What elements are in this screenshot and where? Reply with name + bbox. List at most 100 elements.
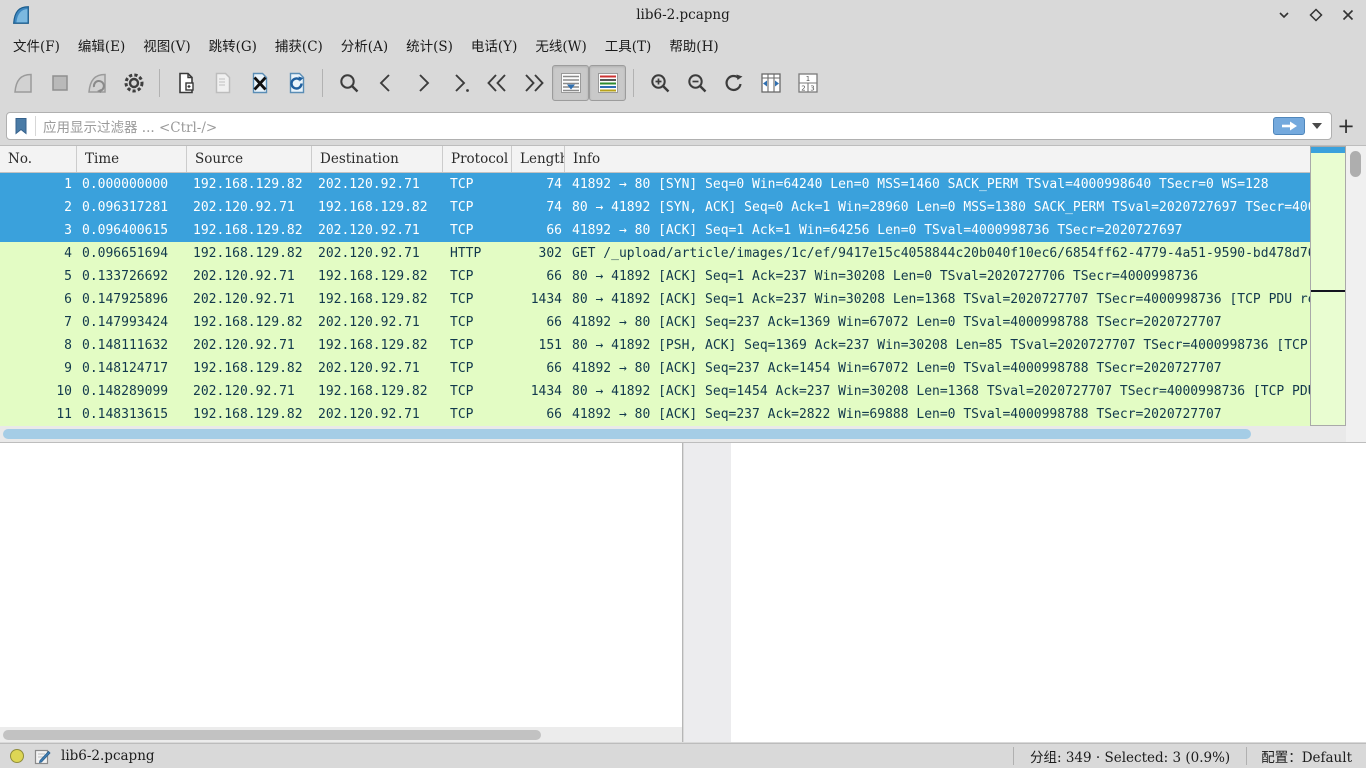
column-header-info[interactable]: Info bbox=[565, 146, 1310, 172]
cell-source: 202.120.92.71 bbox=[187, 380, 312, 403]
menu-item-6[interactable]: 统计(S) bbox=[397, 31, 462, 59]
next-packet-button[interactable] bbox=[404, 65, 441, 101]
first-packet-button[interactable] bbox=[478, 65, 515, 101]
resize-columns-button[interactable] bbox=[752, 65, 789, 101]
cell-time: 0.096317281 bbox=[77, 196, 187, 219]
packet-list-hscrollbar-thumb[interactable] bbox=[3, 429, 1251, 439]
cell-protocol: TCP bbox=[443, 173, 512, 196]
cell-time: 0.148111632 bbox=[77, 334, 187, 357]
column-header-protocol[interactable]: Protocol bbox=[443, 146, 512, 172]
packet-row[interactable]: 8 0.148111632 202.120.92.71 192.168.129.… bbox=[0, 334, 1310, 357]
go-to-packet-button[interactable] bbox=[441, 65, 478, 101]
cell-source: 202.120.92.71 bbox=[187, 334, 312, 357]
menu-item-0[interactable]: 文件(F) bbox=[4, 31, 69, 59]
packet-list-header: No. Time Source Destination Protocol Len… bbox=[0, 146, 1310, 173]
column-header-no[interactable]: No. bbox=[0, 146, 77, 172]
cell-source: 202.120.92.71 bbox=[187, 288, 312, 311]
column-header-length[interactable]: Length bbox=[512, 146, 565, 172]
zoom-out-icon bbox=[684, 70, 710, 96]
cell-info: 80 → 41892 [ACK] Seq=1454 Ack=237 Win=30… bbox=[565, 380, 1310, 403]
maximize-button[interactable] bbox=[1304, 3, 1328, 27]
packet-row[interactable]: 11 0.148313615 192.168.129.82 202.120.92… bbox=[0, 403, 1310, 426]
close-file-icon bbox=[247, 70, 273, 96]
cell-length: 66 bbox=[512, 265, 565, 288]
cell-protocol: TCP bbox=[443, 265, 512, 288]
packet-row[interactable]: 10 0.148289099 202.120.92.71 192.168.129… bbox=[0, 380, 1310, 403]
menu-item-8[interactable]: 无线(W) bbox=[526, 31, 595, 59]
packet-row[interactable]: 4 0.096651694 192.168.129.82 202.120.92.… bbox=[0, 242, 1310, 265]
cell-length: 1434 bbox=[512, 380, 565, 403]
close-button[interactable] bbox=[1336, 3, 1360, 27]
double-chevron-right-icon bbox=[521, 70, 547, 96]
status-profile[interactable]: 配置：Default bbox=[1247, 746, 1366, 766]
details-hscrollbar[interactable] bbox=[0, 727, 683, 742]
details-hscrollbar-thumb[interactable] bbox=[3, 730, 541, 740]
menu-item-5[interactable]: 分析(A) bbox=[332, 31, 397, 59]
menu-item-1[interactable]: 编辑(E) bbox=[69, 31, 134, 59]
auto-scroll-button[interactable] bbox=[552, 65, 589, 101]
vertical-scrollbar-thumb[interactable] bbox=[1350, 151, 1361, 177]
add-filter-button[interactable]: + bbox=[1332, 112, 1360, 140]
menu-item-10[interactable]: 帮助(H) bbox=[660, 31, 727, 59]
main-toolbar: 123 bbox=[0, 60, 1366, 106]
stop-capture-button bbox=[41, 65, 78, 101]
bookmark-icon[interactable] bbox=[13, 117, 29, 135]
packet-minimap-scrollbar[interactable] bbox=[1310, 146, 1346, 426]
apply-filter-button[interactable] bbox=[1273, 117, 1305, 135]
filter-bar: 应用显示过滤器 ... <Ctrl-/> + bbox=[0, 106, 1366, 146]
svg-text:3: 3 bbox=[810, 84, 814, 92]
packet-row[interactable]: 6 0.147925896 202.120.92.71 192.168.129.… bbox=[0, 288, 1310, 311]
menu-item-2[interactable]: 视图(V) bbox=[134, 31, 199, 59]
open-file-button[interactable] bbox=[167, 65, 204, 101]
menu-item-4[interactable]: 捕获(C) bbox=[266, 31, 332, 59]
filter-dropdown-caret[interactable] bbox=[1312, 123, 1322, 129]
display-filter-input[interactable]: 应用显示过滤器 ... <Ctrl-/> bbox=[6, 112, 1332, 140]
zoom-reset-button[interactable] bbox=[715, 65, 752, 101]
menu-item-7[interactable]: 电话(Y) bbox=[462, 31, 526, 59]
capture-options-button[interactable] bbox=[115, 65, 152, 101]
close-file-button[interactable] bbox=[241, 65, 278, 101]
packet-details-pane bbox=[0, 443, 683, 727]
cell-no: 10 bbox=[0, 380, 77, 403]
expert-info-icon[interactable] bbox=[10, 749, 24, 763]
cell-time: 0.000000000 bbox=[77, 173, 187, 196]
reload-file-button[interactable] bbox=[278, 65, 315, 101]
menu-bar: 文件(F)编辑(E)视图(V)跳转(G)捕获(C)分析(A)统计(S)电话(Y)… bbox=[0, 30, 1366, 60]
menu-item-9[interactable]: 工具(T) bbox=[596, 31, 661, 59]
title-bar: lib6-2.pcapng bbox=[0, 0, 1366, 30]
column-header-destination[interactable]: Destination bbox=[312, 146, 443, 172]
column-header-time[interactable]: Time bbox=[77, 146, 187, 172]
vertical-scrollbar[interactable] bbox=[1346, 146, 1366, 442]
cell-no: 7 bbox=[0, 311, 77, 334]
packet-row[interactable]: 2 0.096317281 202.120.92.71 192.168.129.… bbox=[0, 196, 1310, 219]
capture-comment-icon[interactable] bbox=[34, 748, 51, 765]
maximize-diamond-icon bbox=[1308, 7, 1324, 23]
packet-list-hscrollbar[interactable] bbox=[0, 426, 1346, 442]
zoom-out-button[interactable] bbox=[678, 65, 715, 101]
packet-row[interactable]: 7 0.147993424 192.168.129.82 202.120.92.… bbox=[0, 311, 1310, 334]
packet-row[interactable]: 9 0.148124717 192.168.129.82 202.120.92.… bbox=[0, 357, 1310, 380]
layout-button[interactable]: 123 bbox=[789, 65, 826, 101]
colorize-button[interactable] bbox=[589, 65, 626, 101]
cell-length: 151 bbox=[512, 334, 565, 357]
previous-packet-button[interactable] bbox=[367, 65, 404, 101]
cell-length: 1434 bbox=[512, 288, 565, 311]
cell-length: 66 bbox=[512, 403, 565, 426]
zoom-in-button[interactable] bbox=[641, 65, 678, 101]
packet-row[interactable]: 1 0.000000000 192.168.129.82 202.120.92.… bbox=[0, 173, 1310, 196]
chevron-right-dot-icon bbox=[447, 70, 473, 96]
cell-info: 41892 → 80 [SYN] Seq=0 Win=64240 Len=0 M… bbox=[565, 173, 1310, 196]
packet-row[interactable]: 5 0.133726692 202.120.92.71 192.168.129.… bbox=[0, 265, 1310, 288]
find-packet-button[interactable] bbox=[330, 65, 367, 101]
cell-no: 8 bbox=[0, 334, 77, 357]
pane-gap bbox=[684, 443, 731, 742]
column-header-source[interactable]: Source bbox=[187, 146, 312, 172]
cell-destination: 202.120.92.71 bbox=[312, 242, 443, 265]
cell-protocol: HTTP bbox=[443, 242, 512, 265]
menu-item-3[interactable]: 跳转(G) bbox=[200, 31, 266, 59]
shark-fin-restart-icon bbox=[84, 70, 110, 96]
minimize-button[interactable] bbox=[1272, 3, 1296, 27]
status-bar: lib6-2.pcapng 分组: 349 · Selected: 3 (0.9… bbox=[0, 743, 1366, 768]
last-packet-button[interactable] bbox=[515, 65, 552, 101]
packet-row[interactable]: 3 0.096400615 192.168.129.82 202.120.92.… bbox=[0, 219, 1310, 242]
